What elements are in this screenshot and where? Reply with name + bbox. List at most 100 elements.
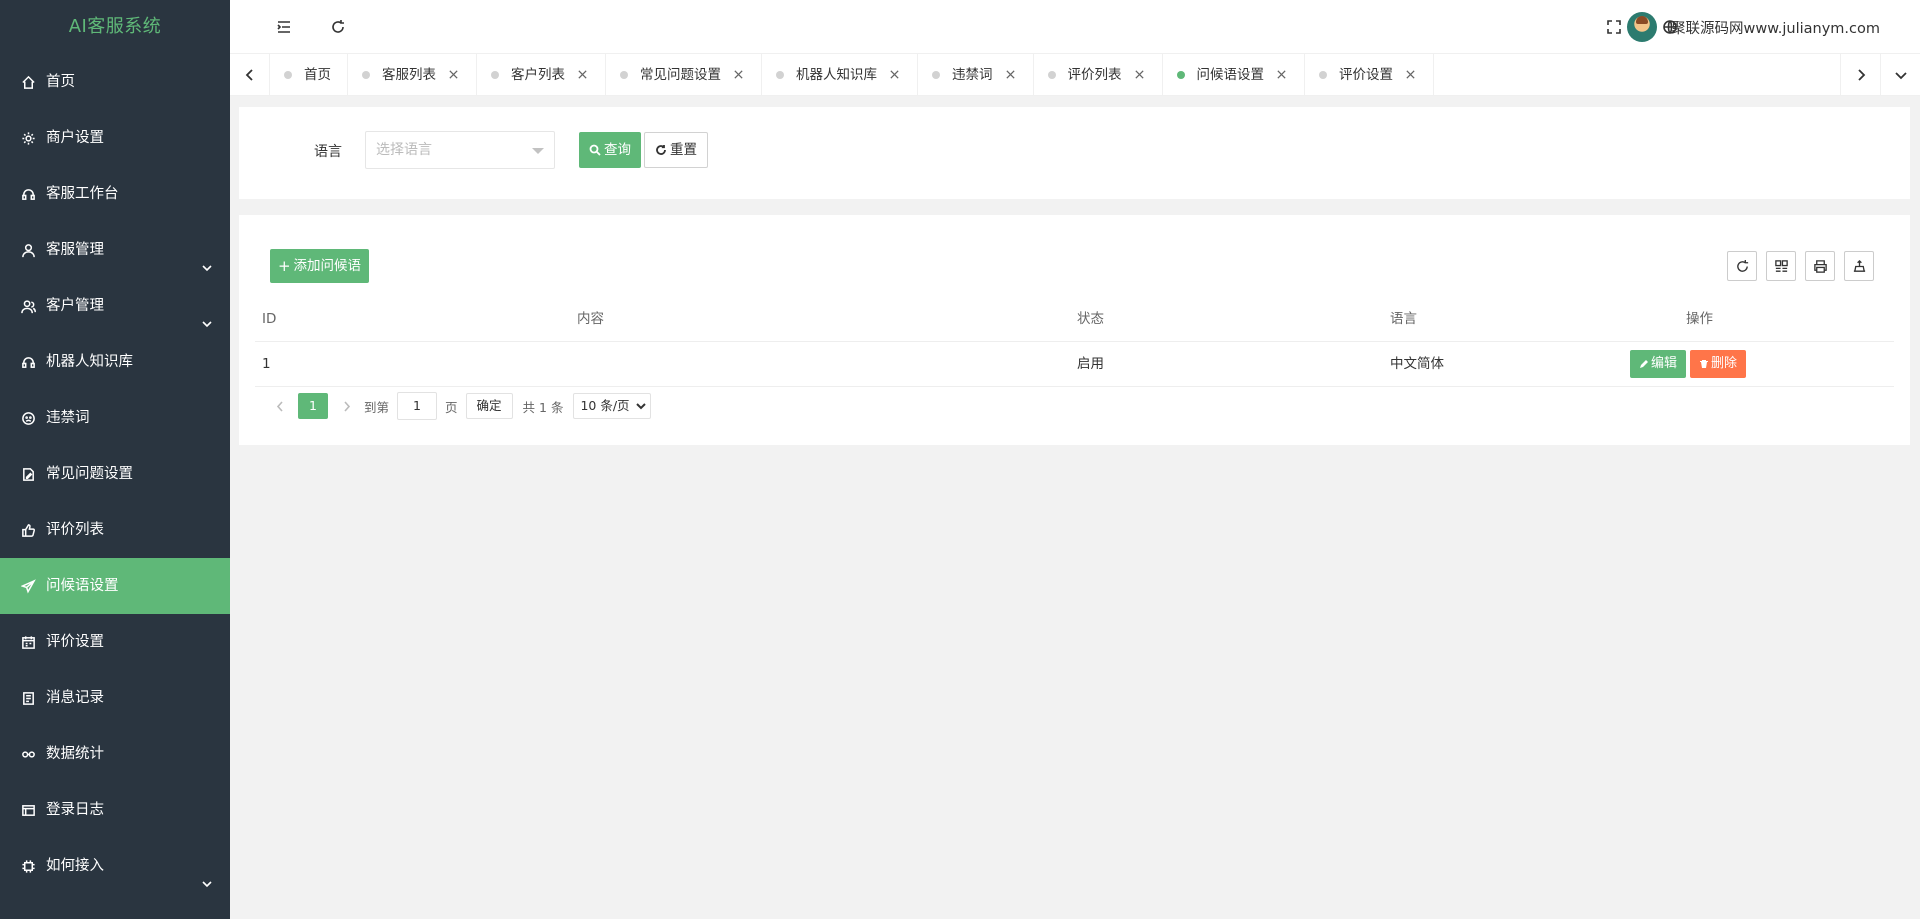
prev-page-button[interactable] [270, 392, 290, 420]
goto-prefix: 到第 [364, 399, 390, 415]
close-icon[interactable] [1134, 69, 1146, 81]
sidebar-item-12[interactable]: 数据统计 [0, 726, 230, 782]
close-icon[interactable] [577, 69, 589, 81]
sidebar-item-9[interactable]: 问候语设置 [0, 558, 230, 614]
tab-4[interactable]: 机器人知识库 [762, 54, 918, 96]
sidebar-item-11[interactable]: 消息记录 [0, 670, 230, 726]
reset-button-label: 重置 [670, 142, 697, 158]
delete-button[interactable]: 删除 [1690, 350, 1747, 378]
reset-button[interactable]: 重置 [644, 132, 708, 168]
chevron-down-icon [635, 403, 646, 410]
tab-label: 评价列表 [1067, 67, 1122, 83]
pencil-icon [1640, 360, 1648, 368]
chevron-down-icon [200, 299, 214, 328]
sidebar-item-14[interactable]: 如何接入 [0, 838, 230, 894]
sidebar-item-13[interactable]: 登录日志 [0, 782, 230, 838]
sidebar-item-2[interactable]: 客服工作台 [0, 166, 230, 222]
user-menu[interactable]: 聚联源码网www.julianym.com [1627, 11, 1880, 43]
tab-2[interactable]: 客户列表 [477, 54, 606, 96]
query-button[interactable]: 查询 [579, 132, 641, 168]
fullscreen-icon [1607, 20, 1621, 34]
add-greeting-label: 添加问候语 [293, 258, 362, 274]
close-icon[interactable] [1405, 69, 1417, 81]
page-size-value: 10 条/页 [580, 398, 630, 413]
chevron-down-icon [1894, 72, 1907, 80]
tab-status-dot [932, 71, 940, 79]
tab-label: 违禁词 [952, 67, 993, 83]
user-name: 聚联源码网www.julianym.com [1671, 20, 1880, 37]
close-icon[interactable] [889, 69, 901, 81]
close-icon[interactable] [1276, 69, 1288, 81]
sidebar-item-3[interactable]: 客服管理 [0, 222, 230, 278]
chevron-left-icon [276, 400, 283, 412]
goto-confirm-button[interactable]: 确定 [465, 393, 513, 419]
gear-icon [20, 130, 36, 146]
tabs-more-button[interactable] [1880, 54, 1920, 96]
edit-doc-icon [20, 466, 36, 482]
page-tabs: 首页 客服列表 客户列表 常见问题设置 机器人知识库 违禁词 评价列表 问候语设置 评价设置 [230, 54, 1920, 96]
language-select[interactable]: 选择语言 [365, 131, 555, 169]
tab-6[interactable]: 评价列表 [1034, 54, 1163, 96]
table-print-button[interactable] [1805, 251, 1835, 281]
sidebar-item-7[interactable]: 常见问题设置 [0, 446, 230, 502]
sidebar-item-8[interactable]: 评价列表 [0, 502, 230, 558]
cell-language: 中文简体 [1390, 356, 1444, 372]
table-refresh-button[interactable] [1727, 251, 1757, 281]
send-icon [20, 578, 36, 594]
avatar [1627, 12, 1657, 42]
sidebar-item-6[interactable]: 违禁词 [0, 390, 230, 446]
tab-status-dot [284, 71, 292, 79]
edit-button[interactable]: 编辑 [1630, 350, 1687, 378]
column-header-content[interactable]: 内容 [577, 297, 604, 342]
menu-toggle-button[interactable] [270, 13, 298, 41]
sidebar-item-label: 首页 [46, 74, 75, 90]
note-icon [20, 690, 36, 706]
tab-status-dot [776, 71, 784, 79]
goto-page-input[interactable]: 1 [397, 392, 438, 420]
tab-label: 客服列表 [382, 67, 436, 83]
sidebar-menu: 首页商户设置 客服工作台 客服管理客户管理机器人知识库 违禁词 常见问题设置 评价列表 问候… [0, 54, 230, 894]
tab-0[interactable]: 首页 [270, 54, 348, 96]
tab-1[interactable]: 客服列表 [348, 54, 477, 96]
tab-8[interactable]: 评价设置 [1305, 54, 1434, 96]
fullscreen-button[interactable] [1600, 13, 1628, 41]
table-row[interactable]: 1 启用 中文简体 编辑 删除 [255, 342, 1894, 387]
sidebar-item-5[interactable]: 机器人知识库 [0, 334, 230, 390]
tab-3[interactable]: 常见问题设置 [606, 54, 762, 96]
sidebar-item-1[interactable]: 商户设置 [0, 110, 230, 166]
refresh-page-button[interactable] [324, 13, 352, 41]
export-icon [1853, 259, 1865, 272]
chevron-right-icon [1857, 69, 1865, 81]
sidebar-item-label: 消息记录 [46, 690, 104, 706]
page-number-current[interactable]: 1 [298, 393, 328, 419]
tab-status-dot [491, 71, 499, 79]
cell-id: 1 [262, 356, 271, 372]
search-panel: 语言 选择语言 查询 重置 [239, 107, 1910, 199]
table-columns-button[interactable] [1766, 251, 1796, 281]
tab-7[interactable]: 问候语设置 [1163, 54, 1305, 96]
close-icon[interactable] [1005, 69, 1017, 81]
column-header-status[interactable]: 状态 [1077, 297, 1104, 342]
tabs-scroll-right-button[interactable] [1840, 54, 1880, 96]
table-export-button[interactable] [1844, 251, 1874, 281]
sidebar-item-4[interactable]: 客户管理 [0, 278, 230, 334]
greeting-table-panel: + 添加问候语 ID 内容 状态 语言 操作 1 启用 中文简体 编辑 删除 1… [239, 215, 1910, 445]
tab-5[interactable]: 违禁词 [918, 54, 1034, 96]
search-icon [589, 144, 601, 156]
tab-label: 问候语设置 [1196, 67, 1265, 83]
sidebar-item-10[interactable]: 评价设置 [0, 614, 230, 670]
close-icon[interactable] [448, 69, 460, 81]
page-size-select[interactable]: 10 条/页 [573, 393, 651, 419]
tab-status-dot [1047, 71, 1056, 79]
column-header-language[interactable]: 语言 [1390, 297, 1417, 342]
greeting-table: ID 内容 状态 语言 操作 1 启用 中文简体 编辑 删除 [255, 297, 1894, 387]
total-count: 共 1 条 [522, 399, 564, 415]
caret-down-icon [532, 148, 544, 154]
add-greeting-button[interactable]: + 添加问候语 [270, 249, 369, 283]
tabs-scroll-left-button[interactable] [230, 54, 270, 96]
close-icon[interactable] [733, 69, 745, 81]
column-header-id[interactable]: ID [262, 297, 276, 342]
next-page-button[interactable] [336, 392, 356, 420]
sidebar-item-0[interactable]: 首页 [0, 54, 230, 110]
sidebar-item-label: 客户管理 [46, 298, 104, 314]
